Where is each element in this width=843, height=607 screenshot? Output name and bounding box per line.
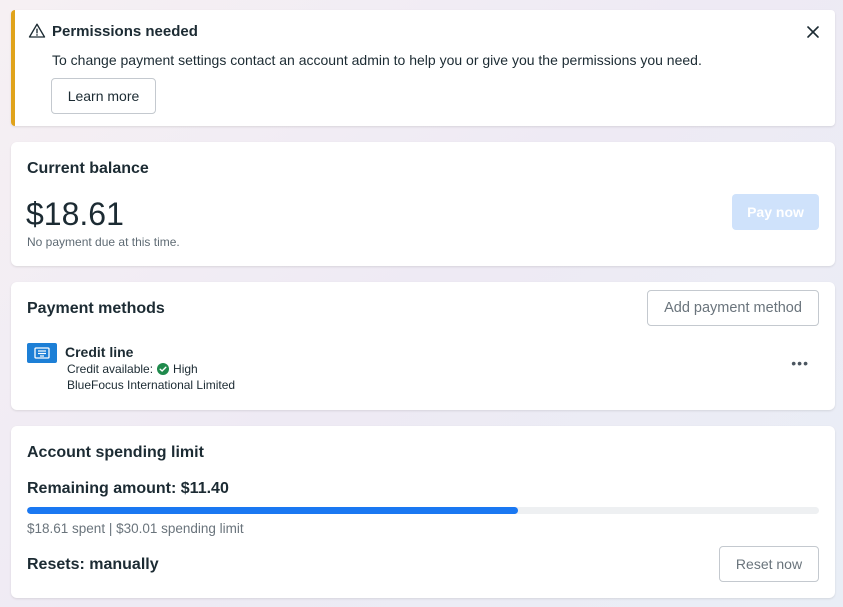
banner-title: Permissions needed <box>52 23 198 40</box>
spending-limit-card: Account spending limit Remaining amount:… <box>11 426 835 598</box>
payment-methods-title: Payment methods <box>27 300 165 317</box>
pay-now-button[interactable]: Pay now <box>732 194 819 230</box>
spending-progress-bar <box>27 507 819 514</box>
credit-available: Credit available: High <box>67 362 198 376</box>
close-icon[interactable] <box>805 24 821 40</box>
balance-amount: $18.61 <box>26 196 124 232</box>
company-name: BlueFocus International Limited <box>67 378 236 392</box>
reset-now-button[interactable]: Reset now <box>719 546 819 582</box>
payment-methods-card: Payment methods Add payment method Credi… <box>11 282 835 410</box>
learn-more-button[interactable]: Learn more <box>51 78 156 114</box>
credit-line-icon <box>27 343 57 363</box>
balance-note: No payment due at this time. <box>27 235 180 249</box>
resets-label: Resets: manually <box>27 556 159 573</box>
warning-icon <box>28 23 46 38</box>
banner-message: To change payment settings contact an ac… <box>52 52 702 68</box>
credit-line-name: Credit line <box>65 344 134 360</box>
spent-summary: $18.61 spent | $30.01 spending limit <box>27 521 244 536</box>
more-options-icon[interactable]: ••• <box>791 356 809 370</box>
remaining-amount: Remaining amount: $11.40 <box>27 480 229 497</box>
spending-progress-fill <box>27 507 519 514</box>
current-balance-title: Current balance <box>27 160 149 177</box>
check-circle-icon <box>157 363 170 375</box>
add-payment-method-button[interactable]: Add payment method <box>647 290 819 326</box>
credit-status: High <box>173 362 198 376</box>
permissions-banner: Permissions needed To change payment set… <box>11 10 835 126</box>
current-balance-card: Current balance $18.61 No payment due at… <box>11 142 835 266</box>
spending-limit-title: Account spending limit <box>27 444 204 461</box>
credit-available-label: Credit available: <box>67 362 154 376</box>
